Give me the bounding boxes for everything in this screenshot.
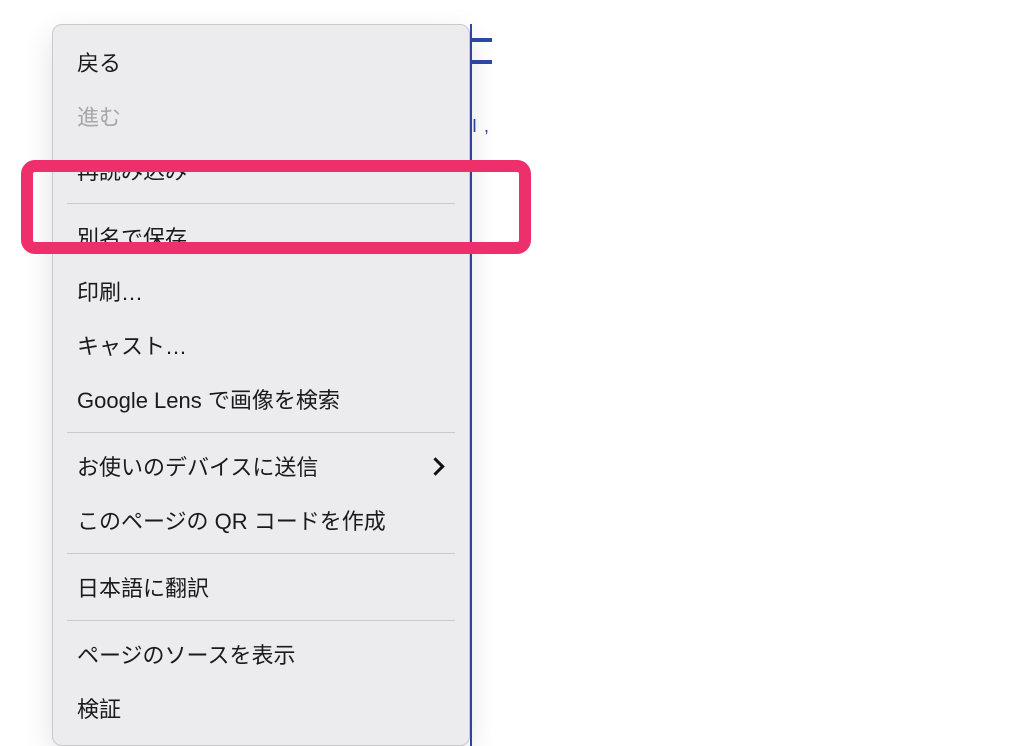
menu-item-label: 再読み込み — [77, 154, 187, 186]
menu-item-send-to-device[interactable]: お使いのデバイスに送信 — [53, 439, 469, 493]
menu-item-label: 別名で保存… — [77, 221, 209, 253]
menu-item-view-source[interactable]: ページのソースを表示 — [53, 627, 469, 681]
menu-item-inspect[interactable]: 検証 — [53, 681, 469, 735]
chevron-right-icon — [427, 457, 445, 475]
menu-item-label: ページのソースを表示 — [77, 638, 295, 670]
menu-item-label: 進む — [77, 100, 121, 132]
menu-item-label: 検証 — [77, 692, 121, 724]
context-menu-container: 戻る 進む 再読み込み 別名で保存… 印刷… キャスト… Google Lens… — [52, 24, 472, 746]
menu-separator — [67, 620, 455, 621]
context-menu: 戻る 進む 再読み込み 別名で保存… 印刷… キャスト… Google Lens… — [52, 24, 470, 746]
menu-item-forward: 進む — [53, 89, 469, 143]
menu-item-save-as[interactable]: 別名で保存… — [53, 210, 469, 264]
menu-item-print[interactable]: 印刷… — [53, 264, 469, 318]
background-text-fragment: I , — [472, 116, 490, 137]
background-line-fragment — [472, 38, 492, 42]
menu-separator — [67, 553, 455, 554]
menu-item-create-qr[interactable]: このページの QR コードを作成 — [53, 493, 469, 547]
menu-item-label: 戻る — [77, 46, 121, 78]
menu-item-label: お使いのデバイスに送信 — [77, 450, 318, 482]
menu-item-reload[interactable]: 再読み込み — [53, 143, 469, 197]
menu-item-translate[interactable]: 日本語に翻訳 — [53, 560, 469, 614]
menu-item-back[interactable]: 戻る — [53, 35, 469, 89]
menu-separator — [67, 203, 455, 204]
menu-item-label: キャスト… — [77, 329, 187, 361]
menu-item-google-lens[interactable]: Google Lens で画像を検索 — [53, 372, 469, 426]
menu-item-label: 日本語に翻訳 — [77, 571, 209, 603]
menu-item-cast[interactable]: キャスト… — [53, 318, 469, 372]
background-line-fragment — [472, 60, 492, 64]
menu-item-label: Google Lens で画像を検索 — [77, 383, 340, 415]
menu-separator — [67, 432, 455, 433]
menu-item-label: 印刷… — [77, 275, 143, 307]
menu-item-label: このページの QR コードを作成 — [77, 504, 386, 536]
